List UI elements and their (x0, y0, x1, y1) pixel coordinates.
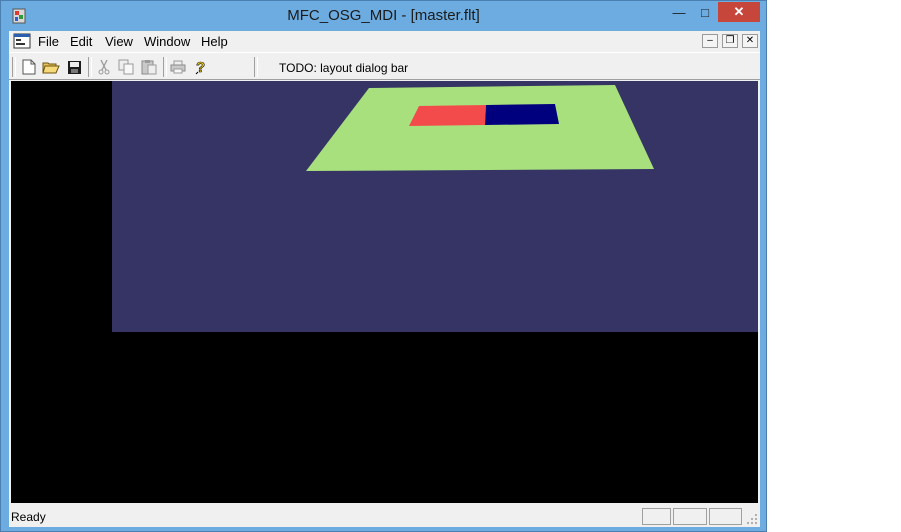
osg-viewport[interactable] (112, 81, 758, 332)
client-area: File Edit View Window Help – ❐ ✕ ? TODO:… (9, 31, 760, 527)
toolbar-grip[interactable] (12, 57, 16, 77)
window-title: MFC_OSG_MDI - [master.flt] (287, 7, 480, 24)
menu-edit[interactable]: Edit (70, 34, 92, 49)
close-button[interactable]: ✕ (718, 2, 760, 22)
cut-icon[interactable] (95, 58, 113, 76)
document-icon[interactable] (13, 33, 31, 49)
maximize-button[interactable]: □ (692, 2, 718, 22)
new-icon[interactable] (20, 58, 38, 76)
print-icon[interactable] (169, 58, 187, 76)
toolbar-separator-2 (163, 57, 167, 77)
app-window: MFC_OSG_MDI - [master.flt] — □ ✕ File Ed… (0, 0, 767, 532)
status-bar: Ready (9, 505, 760, 527)
status-pane-1 (642, 508, 671, 525)
menu-view[interactable]: View (105, 34, 133, 49)
save-icon[interactable] (65, 58, 83, 76)
toolbar: ? TODO: layout dialog bar (9, 52, 760, 80)
title-bar[interactable]: MFC_OSG_MDI - [master.flt] — □ ✕ (1, 1, 766, 31)
ground-plane (306, 85, 654, 171)
mdi-restore-button[interactable]: ❐ (722, 34, 738, 48)
open-icon[interactable] (42, 58, 60, 76)
menu-bar: File Edit View Window Help – ❐ ✕ (9, 31, 760, 52)
scene-canvas (306, 85, 654, 171)
copy-icon[interactable] (117, 58, 135, 76)
menu-help[interactable]: Help (201, 34, 228, 49)
osg-view[interactable] (11, 81, 758, 503)
status-pane-2 (673, 508, 707, 525)
status-text: Ready (11, 510, 46, 524)
red-box (409, 105, 486, 126)
dialog-bar-text: TODO: layout dialog bar (279, 61, 409, 75)
menu-window[interactable]: Window (144, 34, 190, 49)
mdi-minimize-button[interactable]: – (702, 34, 718, 48)
dialog-bar-grip[interactable] (254, 57, 258, 77)
status-pane-3 (709, 508, 742, 525)
blue-box (485, 104, 559, 125)
resize-grip-icon[interactable] (746, 513, 758, 525)
minimize-button[interactable]: — (666, 2, 692, 22)
paste-icon[interactable] (140, 58, 158, 76)
toolbar-separator (88, 57, 92, 77)
help-icon[interactable]: ? (192, 58, 210, 76)
mdi-close-button[interactable]: ✕ (742, 34, 758, 48)
menu-file[interactable]: File (38, 34, 59, 49)
